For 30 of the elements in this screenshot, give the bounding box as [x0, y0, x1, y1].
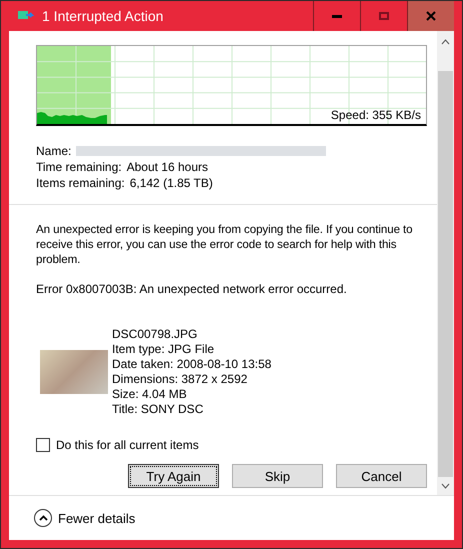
- file-info: DSC00798.JPG: [112, 327, 198, 342]
- file-info: Size: 4.04 MB: [112, 387, 188, 402]
- file-info: Date taken: 2008-08-10 13:58: [112, 357, 272, 372]
- dialog-button[interactable]: Cancel: [336, 464, 427, 488]
- file-info: Title: SONY DSC: [112, 402, 204, 417]
- error-code: Error 0x8007003B: An unexpected network error occurred.: [36, 282, 348, 296]
- collapse-icon[interactable]: [34, 509, 52, 527]
- detail-value: About 16 hours: [126, 159, 208, 175]
- checkbox[interactable]: [36, 438, 50, 452]
- minimize-icon: [332, 14, 342, 18]
- checkbox-label: Do this for all current items: [56, 438, 199, 452]
- close-button[interactable]: [407, 1, 454, 31]
- file-info: Item type: JPG File: [112, 342, 216, 357]
- transfer-icon: [18, 10, 34, 22]
- apply-all-checkbox[interactable]: Do this for all current items: [36, 438, 427, 452]
- detail-label: Time remaining:: [36, 159, 122, 175]
- dialog-button[interactable]: Try Again: [128, 464, 219, 488]
- error-message: An unexpected error is keeping you from copying the file. If you continue to receive this error, you can use the error code to search for help with this problem.: [36, 222, 414, 267]
- photo-placeholder: [40, 350, 108, 394]
- maximize-icon: [379, 12, 389, 20]
- scrollbar[interactable]: [437, 31, 454, 495]
- close-icon: [426, 11, 436, 21]
- dialog-button[interactable]: Skip: [232, 464, 323, 488]
- file-info: Dimensions: 3872 x 2592: [112, 372, 248, 387]
- fewer-details-link[interactable]: Fewer details: [58, 510, 136, 526]
- speed-text: Speed: 355 KB/s: [330, 108, 421, 122]
- detail-label: Items remaining:: [36, 175, 125, 191]
- window-title: 1 Interrupted Action: [42, 8, 164, 24]
- detail-label: Name:: [36, 143, 72, 159]
- detail-value: 6,142 (1.85 TB): [130, 175, 213, 191]
